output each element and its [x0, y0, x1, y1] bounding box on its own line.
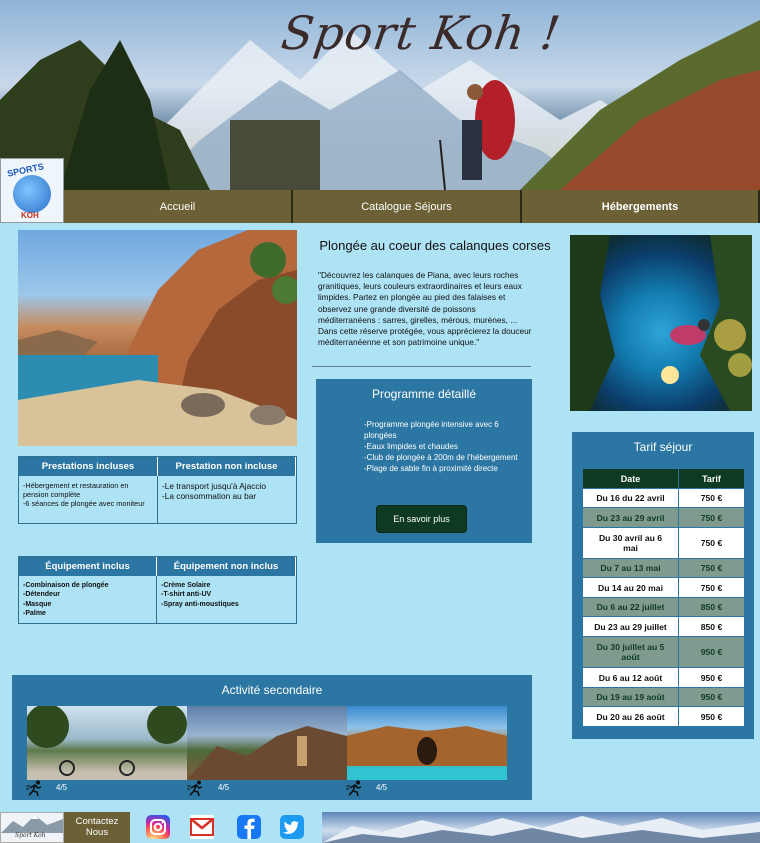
table-row: Du 14 au 20 mai 750 € [583, 577, 744, 597]
equipement-table: Équipement inclus Équipement non inclus … [18, 556, 297, 624]
nav-item-accueil[interactable]: Accueil [64, 190, 293, 223]
activity-rating: 4/5 [56, 783, 68, 792]
tarif-price: 750 € [679, 559, 744, 577]
social-links [130, 812, 320, 843]
prestations-table: Prestations incluses Prestation non incl… [18, 456, 297, 524]
equipement-included-text: -Combinaison de plongée -Détendeur -Masq… [19, 576, 157, 623]
equipement-included-header: Équipement inclus [19, 557, 157, 576]
en-savoir-plus-button[interactable]: En savoir plus [376, 505, 467, 533]
tarif-box: Tarif séjour Date Tarif Du 16 du 22 avri… [572, 432, 754, 739]
intro-title: Plongée au coeur des calanques corses [319, 238, 551, 253]
tarif-date: Du 14 au 20 mai [583, 578, 679, 597]
section-divider [312, 366, 531, 367]
tarif-date: Du 20 au 26 août [583, 707, 679, 726]
table-row: Du 23 au 29 juillet 850 € [583, 616, 744, 636]
table-row: Du 20 au 26 août 950 € [583, 706, 744, 726]
running-icon [187, 780, 203, 796]
programme-list: -Programme plongée intensive avec 6 plon… [364, 420, 518, 473]
tarif-price: 750 € [679, 489, 744, 507]
main-nav: Accueil Catalogue Séjours Hébergements [64, 190, 760, 223]
contact-button[interactable]: Contactez Nous [64, 812, 130, 843]
table-row: Du 30 juillet au 5 août 950 € [583, 636, 744, 667]
tarif-title: Tarif séjour [633, 440, 693, 454]
tarif-price: 750 € [679, 578, 744, 597]
table-row: Du 16 du 22 avril 750 € [583, 488, 744, 507]
tarif-date: Du 30 juillet au 5 août [583, 637, 679, 667]
activity-photo-cave[interactable] [347, 706, 507, 780]
footer-mountain-image [322, 812, 760, 843]
logo-bottom-text: KOH [21, 211, 39, 220]
running-icon [346, 780, 362, 796]
facebook-icon[interactable] [237, 815, 261, 839]
tarif-date: Du 30 avril au 6 mai [583, 528, 679, 558]
prestations-excluded-header: Prestation non incluse [158, 457, 296, 476]
tarif-date: Du 6 au 12 août [583, 668, 679, 687]
equipement-excluded-header: Équipement non inclus [157, 557, 296, 576]
diver-photo [570, 235, 752, 411]
globe-icon [13, 175, 51, 213]
tarif-date: Du 23 au 29 avril [583, 508, 679, 527]
activity-photo-bike[interactable] [27, 706, 187, 780]
site-title: Sport Koh ! [278, 6, 565, 60]
tarif-price: 950 € [679, 637, 744, 667]
twitter-icon[interactable] [280, 815, 304, 839]
tarif-date: Du 23 au 29 juillet [583, 617, 679, 636]
table-row: Du 19 au 19 août 950 € [583, 687, 744, 706]
instagram-icon[interactable] [146, 815, 170, 839]
table-row: Du 6 au 12 août 950 € [583, 667, 744, 687]
tarif-date: Du 6 au 22 juillet [583, 598, 679, 616]
tarif-price: 850 € [679, 598, 744, 616]
tarif-price: 750 € [679, 508, 744, 527]
activity-rating: 4/5 [218, 783, 230, 792]
tarif-date: Du 19 au 19 août [583, 688, 679, 706]
running-icon [26, 780, 42, 796]
tarif-price: 950 € [679, 707, 744, 726]
nav-item-hebergements[interactable]: Hébergements [522, 190, 760, 223]
tarif-price: 950 € [679, 688, 744, 706]
programme-box: Programme détaillé -Programme plongée in… [316, 379, 532, 543]
tarif-date: Du 16 du 22 avril [583, 489, 679, 507]
prestations-excluded-text: -Le transport jusqu'à Ajaccio -La consom… [162, 481, 266, 501]
activite-box: Activité secondaire 4/5 4/5 4/5 [12, 675, 532, 800]
table-row: Du 23 au 29 avril 750 € [583, 507, 744, 527]
tarif-price: 750 € [679, 528, 744, 558]
table-row: Du 7 au 13 mai 750 € [583, 558, 744, 577]
calanque-beach-photo [18, 230, 297, 446]
activity-photo-hike[interactable] [187, 706, 347, 780]
tarif-header-row: Date Tarif [583, 469, 744, 488]
table-row: Du 6 au 22 juillet 850 € [583, 597, 744, 616]
tarif-price: 850 € [679, 617, 744, 636]
tarif-price: 950 € [679, 668, 744, 687]
intro-text: "Découvrez les calanques de Piana, avec … [318, 270, 532, 348]
gmail-icon[interactable] [190, 815, 214, 839]
tarif-col-date: Date [583, 469, 679, 488]
table-row: Du 30 avril au 6 mai 750 € [583, 527, 744, 558]
tarif-rows: Du 16 du 22 avril 750 € Du 23 au 29 avril… [583, 488, 744, 726]
equipement-excluded-text: -Crème Solaire -T-shirt anti-UV -Spray a… [161, 582, 239, 608]
activity-rating: 4/5 [376, 783, 388, 792]
site-logo[interactable]: SPORTS KOH [0, 158, 64, 223]
prestations-included-header: Prestations incluses [19, 457, 158, 476]
activite-title: Activité secondaire [221, 683, 323, 697]
prestations-included-text: -Hébergement et restauration en pension … [19, 476, 158, 523]
hero-banner: Sport Koh ! [0, 0, 760, 190]
nav-item-catalogue[interactable]: Catalogue Séjours [293, 190, 522, 223]
footer-logo-text: Sport Koh [15, 832, 46, 839]
tarif-date: Du 7 au 13 mai [583, 559, 679, 577]
footer-logo[interactable]: Sport Koh [0, 812, 64, 843]
programme-title: Programme détaillé [371, 387, 477, 401]
tarif-col-price: Tarif [679, 469, 744, 488]
